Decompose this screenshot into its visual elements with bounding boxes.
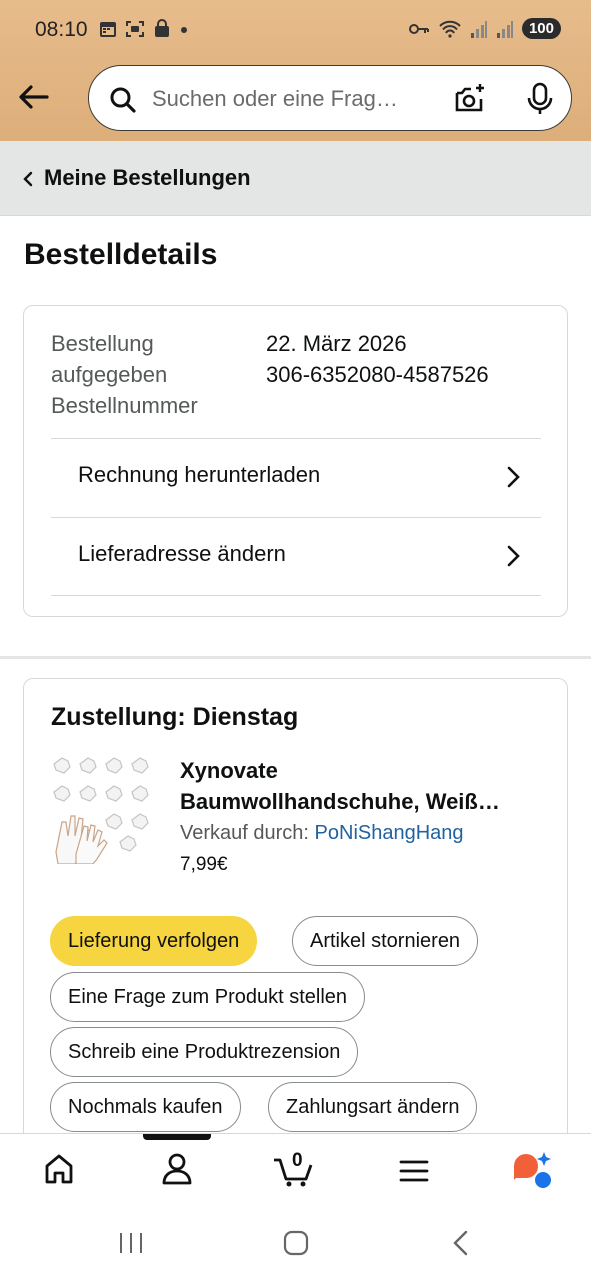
- download-invoice-link[interactable]: Rechnung herunterladen: [51, 438, 541, 517]
- order-number: 306-6352080-4587526: [266, 362, 489, 387]
- cart-button[interactable]: 0: [272, 1148, 318, 1188]
- app-header: 08:10 100 Suchen oder eine Frag…: [0, 0, 591, 141]
- status-time: 08:10: [35, 18, 88, 41]
- rufus-assistant-icon[interactable]: [510, 1150, 554, 1188]
- divider: [51, 595, 541, 596]
- search-bar[interactable]: Suchen oder eine Frag…: [88, 65, 572, 131]
- order-meta-values: 22. März 2026 306-6352080-4587526: [266, 328, 489, 390]
- cart-count: 0: [292, 1150, 303, 1171]
- label-bestellung: Bestellung: [51, 331, 154, 356]
- section-divider: [0, 656, 591, 659]
- seller-prefix: Verkauf durch:: [180, 822, 315, 844]
- product-image[interactable]: [50, 754, 154, 864]
- recent-apps-icon[interactable]: [118, 1230, 144, 1256]
- track-delivery-button[interactable]: Lieferung verfolgen: [50, 916, 258, 966]
- product-title-line1: Xynovate: [180, 758, 278, 783]
- back-arrow-icon[interactable]: [16, 79, 52, 115]
- camera-lens-icon[interactable]: [453, 82, 487, 116]
- chevron-right-icon: [507, 466, 520, 488]
- signal-icon-2: [496, 20, 513, 38]
- order-meta-labels: Bestellung aufgegeben Bestellnummer: [51, 328, 241, 421]
- shopping-bag-icon: [155, 19, 169, 37]
- label-bestellnummer: Bestellnummer: [51, 393, 198, 418]
- seller-link[interactable]: PoNiShangHang: [315, 822, 464, 844]
- product-title-line2: Baumwollhandschuhe, Weiß…: [180, 789, 500, 814]
- chevron-left-icon: [23, 171, 33, 187]
- page-title: Bestelldetails: [24, 238, 218, 271]
- breadcrumb[interactable]: Meine Bestellungen: [0, 141, 591, 216]
- wifi-icon: [439, 20, 461, 38]
- chevron-right-icon: [507, 545, 520, 567]
- delivery-card: Zustellung: Dienstag Xynovate Baumwollha…: [23, 678, 568, 1148]
- cancel-item-button[interactable]: Artikel stornieren: [292, 916, 479, 966]
- delivery-heading: Zustellung: Dienstag: [51, 703, 299, 731]
- screenshot-icon: [126, 21, 144, 37]
- label-aufgegeben: aufgegeben: [51, 362, 168, 387]
- key-icon: [408, 23, 429, 34]
- system-navigation-bar: [0, 1213, 591, 1280]
- status-bar: 08:10 100: [0, 0, 591, 60]
- ask-question-button[interactable]: Eine Frage zum Produkt stellen: [50, 972, 366, 1022]
- signal-icon: [470, 20, 487, 38]
- write-review-button[interactable]: Schreib eine Produktrezension: [50, 1027, 359, 1077]
- dot-icon: [181, 27, 187, 33]
- order-date: 22. März 2026: [266, 331, 407, 356]
- menu-icon[interactable]: [398, 1158, 430, 1184]
- download-invoice-label: Rechnung herunterladen: [78, 462, 321, 487]
- home-button-icon[interactable]: [283, 1230, 309, 1256]
- change-address-link[interactable]: Lieferadresse ändern: [51, 517, 541, 596]
- product-price: 7,99€: [180, 854, 228, 875]
- change-address-label: Lieferadresse ändern: [78, 541, 286, 566]
- calendar-icon: [100, 22, 116, 37]
- order-info-card: Bestellung aufgegeben Bestellnummer 22. …: [23, 305, 568, 617]
- buy-again-button[interactable]: Nochmals kaufen: [50, 1082, 241, 1132]
- home-icon[interactable]: [43, 1152, 75, 1186]
- system-back-icon[interactable]: [450, 1230, 472, 1256]
- change-payment-button[interactable]: Zahlungsart ändern: [268, 1082, 478, 1132]
- breadcrumb-label[interactable]: Meine Bestellungen: [44, 165, 251, 191]
- account-icon[interactable]: [161, 1152, 193, 1186]
- seller-info: Verkauf durch: PoNiShangHang: [180, 822, 464, 845]
- bottom-navigation: 0: [0, 1133, 591, 1213]
- search-icon: [110, 87, 136, 113]
- active-tab-indicator: [143, 1134, 211, 1140]
- battery-indicator: 100: [521, 18, 561, 39]
- search-placeholder: Suchen oder eine Frag…: [152, 86, 398, 111]
- microphone-icon[interactable]: [525, 81, 555, 117]
- product-title[interactable]: Xynovate Baumwollhandschuhe, Weiß…: [180, 755, 550, 817]
